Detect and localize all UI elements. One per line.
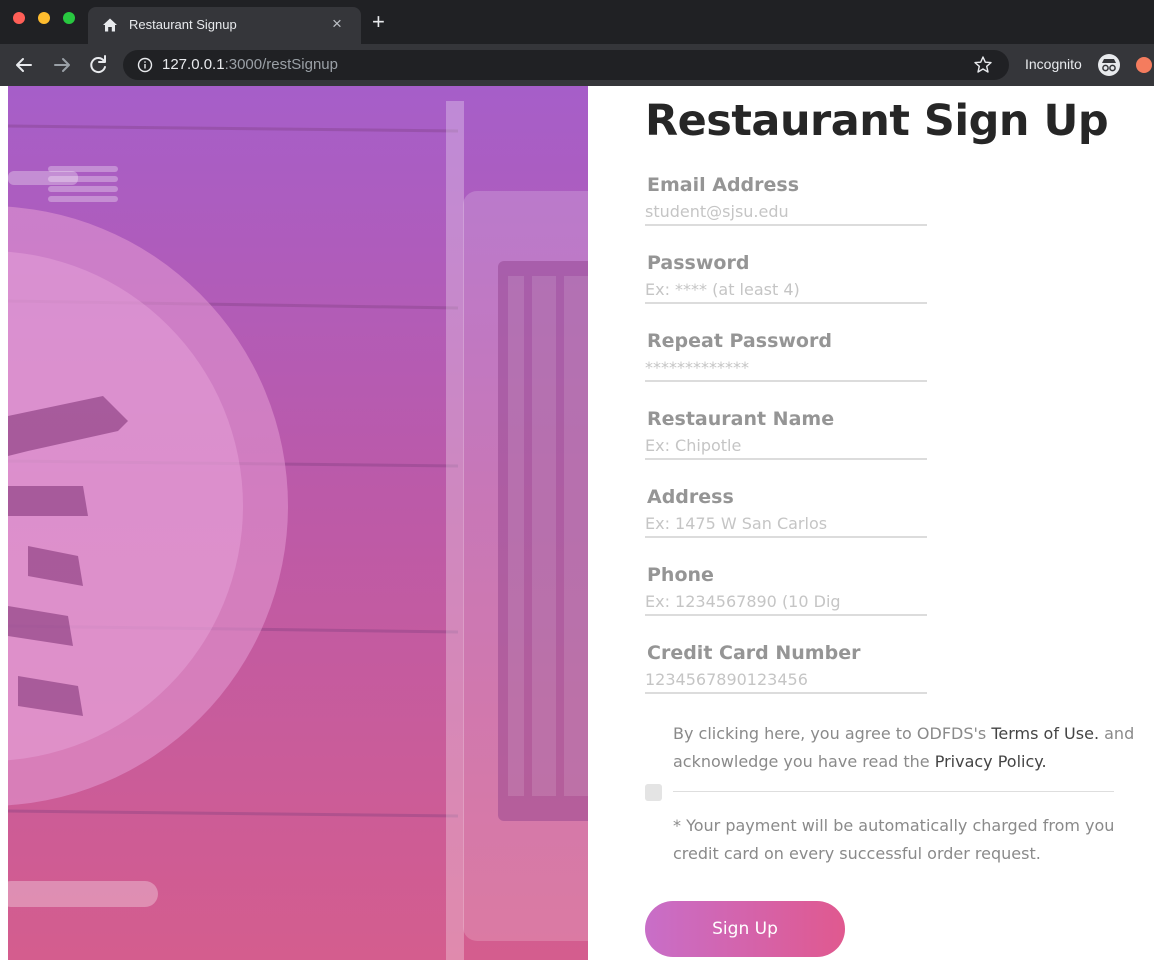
- terms-agreement-text: By clicking here, you agree to ODFDS's T…: [673, 720, 1143, 776]
- terms-of-use-link[interactable]: Terms of Use.: [991, 724, 1099, 743]
- address-input[interactable]: [645, 510, 927, 538]
- minimize-window-button[interactable]: [38, 12, 50, 24]
- url-text: 127.0.0.1:3000/restSignup: [162, 56, 338, 73]
- email-field-group: Email Address: [645, 174, 927, 234]
- maximize-window-button[interactable]: [63, 12, 75, 24]
- browser-tab-strip: Restaurant Signup × +: [0, 0, 1154, 44]
- restaurant-name-input[interactable]: [645, 432, 927, 460]
- browser-tab[interactable]: Restaurant Signup ×: [88, 7, 361, 44]
- credit-card-field-group: Credit Card Number: [645, 642, 927, 702]
- table-setting-illustration: [8, 101, 588, 960]
- payment-note: * Your payment will be automatically cha…: [673, 816, 1115, 863]
- email-input[interactable]: [645, 198, 927, 226]
- repeat-password-input[interactable]: [645, 354, 927, 382]
- password-input[interactable]: [645, 276, 927, 304]
- close-window-button[interactable]: [13, 12, 25, 24]
- reload-icon[interactable]: [86, 53, 110, 77]
- credit-card-input[interactable]: [645, 666, 927, 694]
- forward-arrow-icon[interactable]: [50, 53, 74, 77]
- hero-image: [8, 86, 588, 960]
- address-bar[interactable]: 127.0.0.1:3000/restSignup: [123, 50, 1009, 80]
- page-content: Restaurant Sign Up Email Address Passwor…: [0, 86, 1154, 960]
- password-field-group: Password: [645, 252, 927, 312]
- new-tab-icon[interactable]: +: [372, 10, 385, 34]
- email-label: Email Address: [647, 174, 800, 196]
- browser-toolbar: 127.0.0.1:3000/restSignup Incognito: [0, 44, 1154, 86]
- url-path: :3000/restSignup: [224, 56, 338, 73]
- repeat-password-field-group: Repeat Password: [645, 330, 927, 390]
- repeat-password-label: Repeat Password: [647, 330, 832, 352]
- credit-card-label: Credit Card Number: [647, 642, 861, 664]
- url-host: 127.0.0.1: [162, 56, 225, 73]
- incognito-icon[interactable]: [1097, 53, 1121, 77]
- page-title: Restaurant Sign Up: [645, 96, 1109, 146]
- tab-title: Restaurant Signup: [129, 17, 237, 32]
- phone-label: Phone: [647, 564, 714, 586]
- home-icon: [103, 18, 117, 32]
- info-icon[interactable]: [137, 57, 153, 73]
- back-arrow-icon[interactable]: [12, 53, 36, 77]
- restaurant-name-field-group: Restaurant Name: [645, 408, 927, 468]
- address-label: Address: [647, 486, 734, 508]
- sign-up-button[interactable]: Sign Up: [645, 901, 845, 957]
- privacy-policy-link[interactable]: Privacy Policy.: [935, 752, 1047, 771]
- extension-icon[interactable]: [1136, 57, 1152, 73]
- password-label: Password: [647, 252, 750, 274]
- divider: [673, 791, 1114, 792]
- restaurant-name-label: Restaurant Name: [647, 408, 835, 430]
- bookmark-star-icon[interactable]: [973, 55, 993, 75]
- phone-input[interactable]: [645, 588, 927, 616]
- phone-field-group: Phone: [645, 564, 927, 624]
- incognito-label: Incognito: [1025, 56, 1082, 72]
- close-tab-icon[interactable]: ×: [332, 14, 342, 34]
- agreement-prefix: By clicking here, you agree to ODFDS's: [673, 724, 992, 743]
- address-field-group: Address: [645, 486, 927, 546]
- agree-checkbox[interactable]: [645, 784, 662, 801]
